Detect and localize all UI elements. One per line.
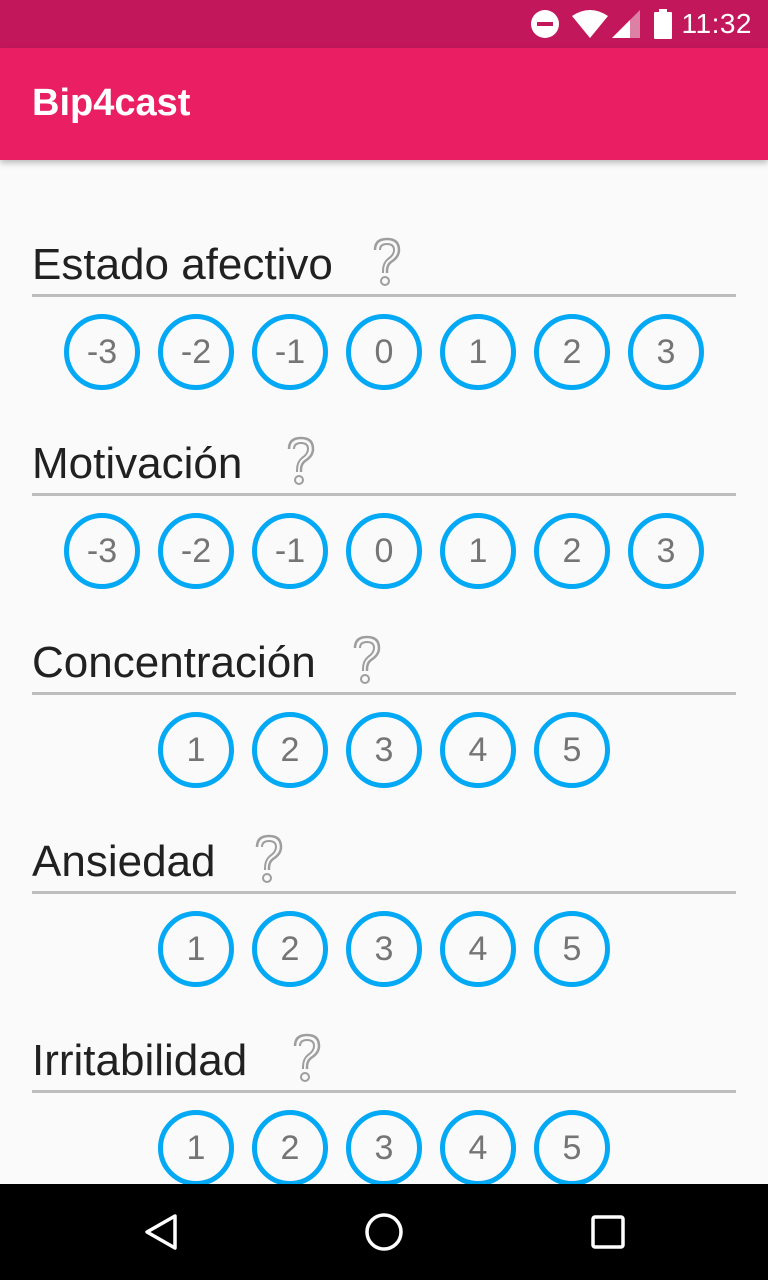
help-icon[interactable]: [252, 833, 286, 885]
help-icon[interactable]: [290, 1032, 324, 1084]
app-bar: Bip4cast: [0, 48, 768, 160]
do-not-disturb-icon: [530, 9, 560, 39]
rating-option[interactable]: 1: [440, 513, 516, 589]
home-icon[interactable]: [364, 1212, 404, 1257]
recents-icon[interactable]: [590, 1212, 626, 1257]
rating-options: 1 2 3 4 5: [0, 1110, 768, 1184]
status-time: 11:32: [681, 8, 752, 39]
rating-option[interactable]: -2: [158, 314, 234, 390]
rating-option[interactable]: -3: [64, 314, 140, 390]
rating-option[interactable]: 5: [534, 911, 610, 987]
rating-option[interactable]: -2: [158, 513, 234, 589]
navigation-bar: [0, 1184, 768, 1280]
rating-option[interactable]: 2: [252, 911, 328, 987]
rating-option[interactable]: 2: [534, 314, 610, 390]
section-header: Ansiedad: [32, 833, 736, 894]
section-title: Concentración: [32, 638, 316, 687]
rating-option[interactable]: 5: [534, 712, 610, 788]
rating-option[interactable]: 4: [440, 1110, 516, 1184]
rating-option[interactable]: 3: [628, 513, 704, 589]
rating-option[interactable]: -1: [252, 314, 328, 390]
section-title: Ansiedad: [32, 837, 216, 886]
wifi-icon: [571, 10, 608, 38]
help-icon[interactable]: [350, 634, 384, 686]
section-header: Concentración: [32, 634, 736, 695]
rating-options: 1 2 3 4 5: [0, 712, 768, 792]
rating-option[interactable]: 4: [440, 712, 516, 788]
rating-option[interactable]: -3: [64, 513, 140, 589]
rating-option[interactable]: -1: [252, 513, 328, 589]
rating-option[interactable]: 1: [158, 1110, 234, 1184]
rating-options: -3 -2 -1 0 1 2 3: [0, 314, 768, 394]
rating-option[interactable]: 2: [252, 712, 328, 788]
back-icon[interactable]: [142, 1212, 182, 1257]
rating-option[interactable]: 0: [346, 314, 422, 390]
section-header: Estado afectivo: [32, 236, 736, 297]
rating-options: 1 2 3 4 5: [0, 911, 768, 991]
section-title: Irritabilidad: [32, 1036, 248, 1085]
rating-option[interactable]: 3: [346, 712, 422, 788]
section-header: Irritabilidad: [32, 1032, 736, 1093]
rating-option[interactable]: 5: [534, 1110, 610, 1184]
section-header: Motivación: [32, 435, 736, 496]
app-title: Bip4cast: [32, 82, 191, 124]
rating-option[interactable]: 4: [440, 911, 516, 987]
rating-option[interactable]: 3: [346, 1110, 422, 1184]
rating-options: -3 -2 -1 0 1 2 3: [0, 513, 768, 593]
rating-option[interactable]: 2: [534, 513, 610, 589]
rating-option[interactable]: 1: [158, 712, 234, 788]
help-icon[interactable]: [284, 435, 318, 487]
section-title: Motivación: [32, 439, 243, 488]
rating-option[interactable]: 3: [628, 314, 704, 390]
section-title: Estado afectivo: [32, 240, 333, 289]
rating-option[interactable]: 2: [252, 1110, 328, 1184]
rating-option[interactable]: 1: [158, 911, 234, 987]
status-bar: 11:32: [0, 0, 768, 48]
battery-icon: [653, 9, 672, 39]
rating-option[interactable]: 3: [346, 911, 422, 987]
rating-option[interactable]: 1: [440, 314, 516, 390]
rating-option[interactable]: 0: [346, 513, 422, 589]
signal-icon: [611, 10, 640, 38]
help-icon[interactable]: [370, 236, 404, 288]
status-icons: 11:32: [530, 0, 753, 48]
form-content[interactable]: Estado afectivo -3 -2 -1 0 1 2 3 Motivac…: [0, 160, 768, 1184]
